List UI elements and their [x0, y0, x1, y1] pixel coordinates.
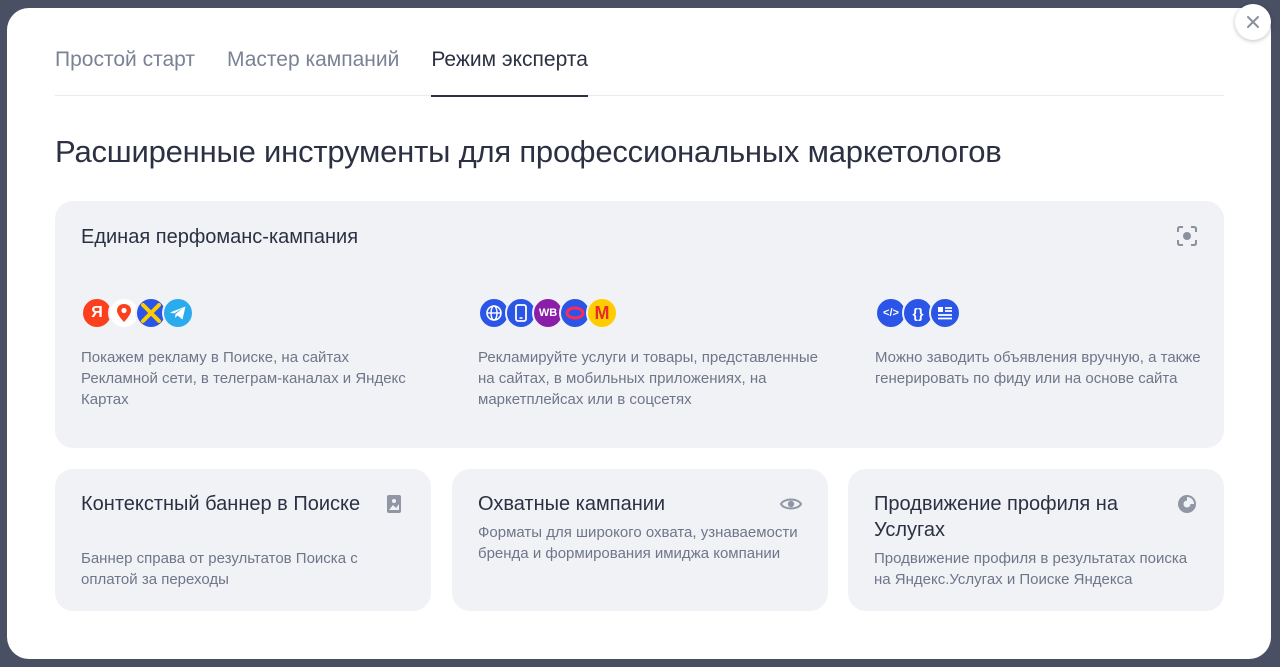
performance-column-search: Я Покажем рекламу в Поиске, на сайтах Ре… [81, 297, 421, 410]
column-description: Можно заводить объявления вручную, а так… [875, 349, 1201, 387]
tab-simple-start[interactable]: Простой старт [55, 8, 195, 96]
card-title: Контекстный баннер в Поиске [81, 493, 361, 515]
page-title: Расширенные инструменты для профессионал… [55, 134, 1002, 169]
icon-row: WB M [478, 297, 818, 329]
tab-expert-mode[interactable]: Режим эксперта [431, 8, 588, 97]
services-profile-card[interactable]: Продвижение профиля на Услугах Продвижен… [848, 469, 1224, 611]
campaign-type-modal: Простой старт Мастер кампаний Режим эксп… [7, 4, 1271, 659]
card-title: Охватные кампании [478, 493, 666, 515]
telegram-icon [162, 297, 194, 329]
feed-list-icon [929, 297, 961, 329]
card-description: Баннер справа от результатов Поиска с оп… [81, 550, 358, 588]
icon-row: Я [81, 297, 421, 329]
tab-campaign-wizard[interactable]: Мастер кампаний [227, 8, 399, 96]
mode-tabs: Простой старт Мастер кампаний Режим эксп… [55, 8, 1224, 97]
card-description: Форматы для широкого охвата, узнаваемост… [478, 524, 798, 562]
image-icon [387, 495, 401, 513]
card-title: Единая перфоманс-кампания [81, 226, 359, 248]
card-description: Продвижение профиля в результатах поиска… [874, 550, 1188, 588]
market-icon: M [586, 297, 618, 329]
close-icon [1247, 16, 1259, 28]
card-title: Продвижение профиля на Услугах [874, 493, 1118, 541]
services-icon [1178, 495, 1196, 513]
performance-column-products: WB M Рекламируйте услуги и товары, предс… [478, 297, 818, 410]
focus-frame-icon [1177, 226, 1197, 246]
performance-campaign-card[interactable]: Единая перфоманс-кампания Я Покажем рекл… [55, 201, 1224, 448]
column-description: Рекламируйте услуги и товары, представле… [478, 349, 818, 408]
performance-column-generation: </> {} Можно заводить объявления вручную… [875, 297, 1215, 389]
close-button[interactable] [1235, 4, 1271, 40]
column-description: Покажем рекламу в Поиске, на сайтах Рекл… [81, 349, 406, 408]
reach-campaigns-card[interactable]: Охватные кампании Форматы для широкого о… [452, 469, 828, 611]
context-banner-card[interactable]: Контекстный баннер в Поиске Баннер справ… [55, 469, 431, 611]
eye-icon [780, 498, 802, 510]
icon-row: </> {} [875, 297, 1215, 329]
